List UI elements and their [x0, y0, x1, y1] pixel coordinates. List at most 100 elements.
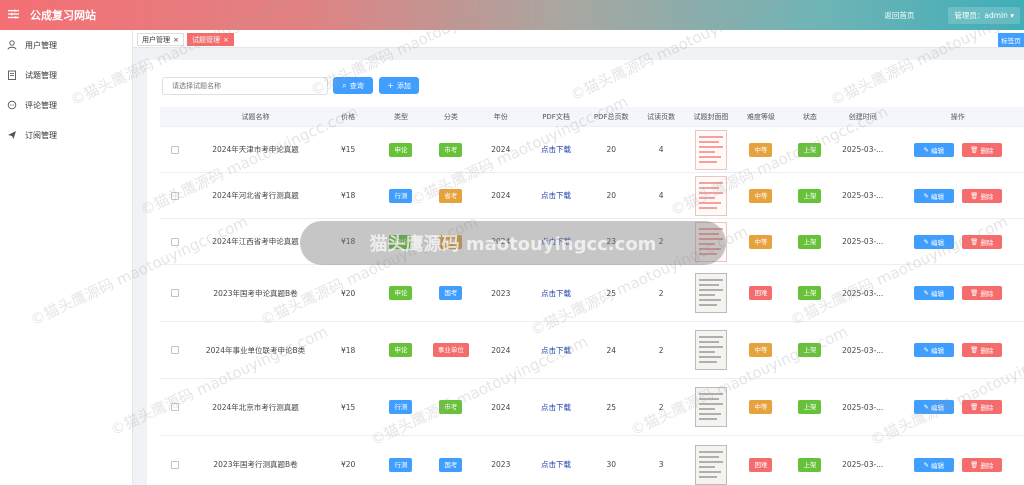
sidebar-item-comments[interactable]: 评论管理 [0, 90, 132, 120]
pdf-total-pages: 20 [606, 191, 616, 200]
search-input[interactable] [162, 77, 328, 95]
pdf-download-link[interactable]: 点击下载 [541, 144, 571, 155]
admin-dropdown[interactable]: 管理员：admin ▾ [948, 6, 1020, 24]
trash-icon: 🗑 [970, 460, 981, 469]
content-card: ⌕ 查询 + 添加 试题名称 价格 类型 分类 年份 PDF文档 PDF总页数 … [147, 60, 1024, 485]
sidebar-item-subscriptions[interactable]: 订阅管理 [0, 120, 132, 150]
trash-icon: 🗑 [970, 346, 981, 354]
row-checkbox[interactable] [171, 145, 180, 154]
plus-icon: + [387, 81, 394, 90]
category-tag: 国考 [439, 457, 463, 472]
category-cell: 市考 [426, 379, 476, 435]
year: 2023 [491, 460, 511, 469]
type-tag: 行测 [389, 400, 413, 414]
category-cell: 国考 [426, 265, 476, 321]
column-header: 类型 [393, 112, 408, 121]
operations-cell: ✎ 编辑 🗑 删除 [892, 265, 1024, 321]
edit-button[interactable]: ✎ 编辑 [913, 188, 954, 203]
delete-button[interactable]: 🗑 删除 [961, 400, 1002, 414]
column-header: 创建时间 [848, 112, 877, 121]
edit-button[interactable]: ✎ 编辑 [913, 142, 954, 157]
difficulty-tag: 中等 [749, 142, 773, 157]
close-icon[interactable]: × [173, 36, 179, 44]
close-icon[interactable]: × [223, 36, 229, 44]
status-cell: 上架 [786, 265, 834, 321]
sidebar-item-questions[interactable]: 试题管理 [0, 60, 132, 90]
delete-button[interactable]: 🗑 删除 [961, 286, 1002, 300]
created-time: 2025-03-... [842, 237, 884, 246]
price: ¥18 [340, 191, 356, 200]
tab-label: 用户管理 [142, 35, 170, 44]
cover-cell [686, 322, 736, 378]
pdf-cell: 点击下载 [526, 379, 586, 435]
trash-icon: 🗑 [970, 191, 981, 200]
edit-icon: ✎ [923, 191, 932, 200]
edit-button[interactable]: ✎ 编辑 [913, 457, 954, 472]
pdf-download-link[interactable]: 点击下载 [541, 345, 571, 356]
sidebar-item-label: 订阅管理 [25, 130, 57, 140]
delete-button[interactable]: 🗑 删除 [961, 142, 1002, 157]
sidebar-item-label: 评论管理 [25, 100, 57, 110]
type-tag: 行测 [389, 188, 413, 203]
home-link[interactable]: 返回首页 [884, 10, 914, 21]
difficulty-tag: 困难 [749, 457, 773, 472]
delete-button[interactable]: 🗑 删除 [961, 457, 1002, 472]
menu-toggle-icon[interactable] [0, 9, 26, 22]
operations-cell: ✎ 编辑 🗑 删除 [892, 173, 1024, 218]
operations-cell: ✎ 编辑 🗑 删除 [892, 322, 1024, 378]
price: ¥15 [340, 145, 356, 154]
delete-button[interactable]: 🗑 删除 [961, 234, 1002, 249]
tabs-bar: 用户管理 × 试题管理 × 标签页 [133, 30, 1024, 48]
sidebar-item-users[interactable]: 用户管理 [0, 30, 132, 60]
pdf-total-pages: 24 [606, 345, 616, 355]
delete-button[interactable]: 🗑 删除 [961, 188, 1002, 203]
query-button[interactable]: ⌕ 查询 [333, 77, 373, 94]
top-header: 公成复习网站 返回首页 管理员：admin ▾ [0, 0, 1024, 30]
edit-button[interactable]: ✎ 编辑 [913, 343, 954, 357]
row-checkbox[interactable] [171, 191, 180, 200]
cover-thumbnail[interactable] [695, 330, 728, 370]
pdf-download-link[interactable]: 点击下载 [541, 190, 571, 201]
cover-thumbnail[interactable] [695, 387, 728, 427]
pdf-cell: 点击下载 [526, 322, 586, 378]
status-badge: 上架 [798, 286, 822, 300]
row-checkbox[interactable] [171, 460, 180, 469]
status-badge: 上架 [798, 457, 822, 472]
cover-thumbnail[interactable] [695, 273, 728, 313]
delete-button-label: 删除 [980, 238, 994, 247]
row-checkbox[interactable] [171, 237, 180, 246]
question-name: 2023年国考行测真题B卷 [213, 460, 298, 469]
row-checkbox[interactable] [171, 403, 180, 411]
edit-button[interactable]: ✎ 编辑 [913, 234, 954, 249]
cover-thumbnail[interactable] [695, 129, 728, 170]
row-checkbox[interactable] [171, 289, 180, 297]
status-cell: 上架 [786, 379, 834, 435]
question-name: 2023年国考申论真题B卷 [213, 288, 298, 298]
cover-thumbnail[interactable] [695, 175, 728, 216]
add-button[interactable]: + 添加 [379, 77, 419, 94]
pdf-download-link[interactable]: 点击下载 [541, 402, 571, 413]
pdf-download-link[interactable]: 点击下载 [541, 288, 571, 299]
tag-page-button[interactable]: 标签页 [998, 33, 1024, 47]
tab-users[interactable]: 用户管理 × [137, 33, 184, 46]
delete-button-label: 删除 [980, 347, 994, 355]
operations-cell: ✎ 编辑 🗑 删除 [892, 219, 1024, 264]
user-icon [7, 40, 17, 50]
delete-button[interactable]: 🗑 删除 [961, 343, 1002, 357]
column-header: PDF总页数 [593, 112, 629, 121]
document-icon [8, 70, 16, 80]
edit-button[interactable]: ✎ 编辑 [913, 400, 954, 414]
cover-thumbnail[interactable] [695, 444, 728, 485]
questions-table: 试题名称 价格 类型 分类 年份 PDF文档 PDF总页数 试读页数 试题封面图… [160, 107, 1024, 485]
trial-pages: 4 [658, 145, 664, 154]
edit-button[interactable]: ✎ 编辑 [913, 286, 954, 300]
delete-button-label: 删除 [980, 192, 994, 201]
pdf-download-link[interactable]: 点击下载 [541, 459, 571, 470]
operations-cell: ✎ 编辑 🗑 删除 [892, 127, 1024, 172]
year: 2023 [491, 288, 511, 298]
status-cell: 上架 [786, 127, 834, 172]
tab-questions[interactable]: 试题管理 × [187, 33, 234, 46]
row-checkbox[interactable] [171, 346, 180, 354]
column-header: 价格 [341, 112, 356, 121]
category-tag: 国考 [439, 286, 463, 300]
